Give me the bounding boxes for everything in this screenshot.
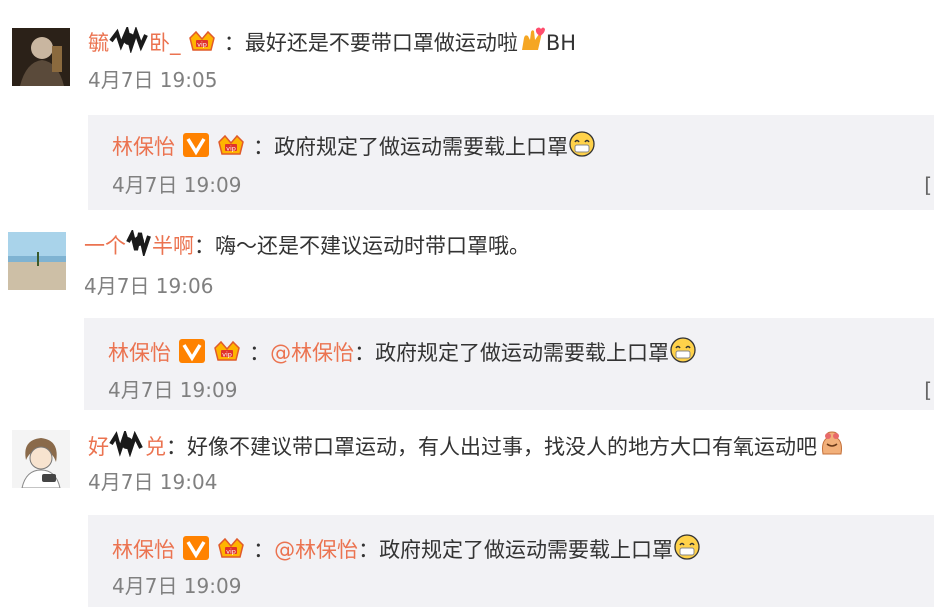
username-link[interactable]: 毓卧_	[88, 24, 181, 55]
reply-box: 林保怡 vip ：政府规定了做运动需要载上口罩 4月7日 19:09 [	[88, 115, 934, 210]
comment-line: 毓卧_ vip ：最好还是不要带口罩做运动啦 BH	[88, 24, 576, 62]
vip-crown-icon: vip	[216, 535, 246, 569]
reply-line: 林保怡 vip ：@林保怡：政府规定了做运动需要载上口罩	[108, 336, 697, 372]
emoji-icon	[568, 130, 596, 166]
username-link[interactable]: 好兑	[88, 428, 166, 459]
reply-username-link[interactable]: 林保怡	[108, 341, 171, 365]
reply-username-link[interactable]: 林保怡	[112, 538, 175, 562]
username-link[interactable]: 一个 半啊	[84, 228, 194, 259]
comment-line: 一个 半啊：嗨～还是不建议运动时带口罩哦。	[84, 228, 530, 264]
reply-box: 林保怡 vip ：@林保怡：政府规定了做运动需要载上口罩 4月7日 19:09	[88, 515, 934, 607]
more-indicator[interactable]: [	[924, 378, 932, 402]
svg-text:vip: vip	[197, 41, 207, 49]
comment-text: 好像不建议带口罩运动，有人出过事，找没人的地方大口有氧运动吧	[187, 435, 817, 459]
censor-scribble	[109, 428, 145, 465]
more-indicator[interactable]: [	[924, 173, 932, 197]
comment-line: 好兑：好像不建议带口罩运动，有人出过事，找没人的地方大口有氧运动吧	[88, 428, 847, 466]
mention-link[interactable]: @林保怡	[270, 341, 354, 365]
verified-v-icon	[182, 535, 210, 569]
timestamp: 4月7日 19:04	[88, 470, 218, 494]
comment-text: 最好还是不要带口罩做运动啦	[244, 31, 518, 55]
censor-scribble	[126, 228, 152, 264]
verified-v-icon	[182, 132, 210, 166]
svg-text:vip: vip	[226, 548, 236, 556]
mention-link[interactable]: @林保怡	[274, 538, 358, 562]
reply-username-link[interactable]: 林保怡	[112, 135, 175, 159]
reply-text: 政府规定了做运动需要载上口罩	[274, 135, 569, 159]
svg-text:vip: vip	[222, 351, 232, 359]
avatar[interactable]	[12, 430, 70, 488]
comment-1: 毓卧_ vip ：最好还是不要带口罩做运动啦 BH 4月7日 19:05 林保怡 …	[0, 0, 934, 210]
avatar[interactable]	[12, 28, 70, 86]
reply-line: 林保怡 vip ：政府规定了做运动需要载上口罩	[112, 130, 596, 166]
comment-3: 好兑：好像不建议带口罩运动，有人出过事，找没人的地方大口有氧运动吧 4月7日 1…	[0, 410, 934, 607]
reply-timestamp: 4月7日 19:09	[108, 378, 238, 402]
reply-timestamp: 4月7日 19:09	[112, 173, 242, 197]
verified-v-icon	[178, 338, 206, 372]
avatar[interactable]	[8, 232, 66, 290]
emoji-icon	[817, 428, 847, 466]
reply-timestamp: 4月7日 19:09	[112, 574, 242, 598]
reply-line: 林保怡 vip ：@林保怡：政府规定了做运动需要载上口罩	[112, 533, 701, 569]
emoji-icon	[673, 533, 701, 569]
svg-text:vip: vip	[226, 145, 236, 153]
reply-text: 政府规定了做运动需要载上口罩	[379, 538, 674, 562]
comment-2: 一个 半啊：嗨～还是不建议运动时带口罩哦。 4月7日 19:06 林保怡 vip …	[0, 210, 934, 410]
timestamp: 4月7日 19:05	[88, 68, 218, 92]
reply-text: 政府规定了做运动需要载上口罩	[375, 341, 670, 365]
reply-box: 林保怡 vip ：@林保怡：政府规定了做运动需要载上口罩 4月7日 19:09 …	[84, 318, 934, 410]
emoji-icon	[518, 26, 546, 62]
vip-crown-icon: vip	[216, 132, 246, 166]
comment-text: 嗨～还是不建议运动时带口罩哦。	[215, 234, 530, 258]
emoji-icon	[669, 336, 697, 372]
censor-scribble	[109, 24, 149, 61]
vip-crown-icon: vip	[212, 338, 242, 372]
vip-crown-icon: vip	[187, 28, 217, 62]
timestamp: 4月7日 19:06	[84, 274, 214, 298]
